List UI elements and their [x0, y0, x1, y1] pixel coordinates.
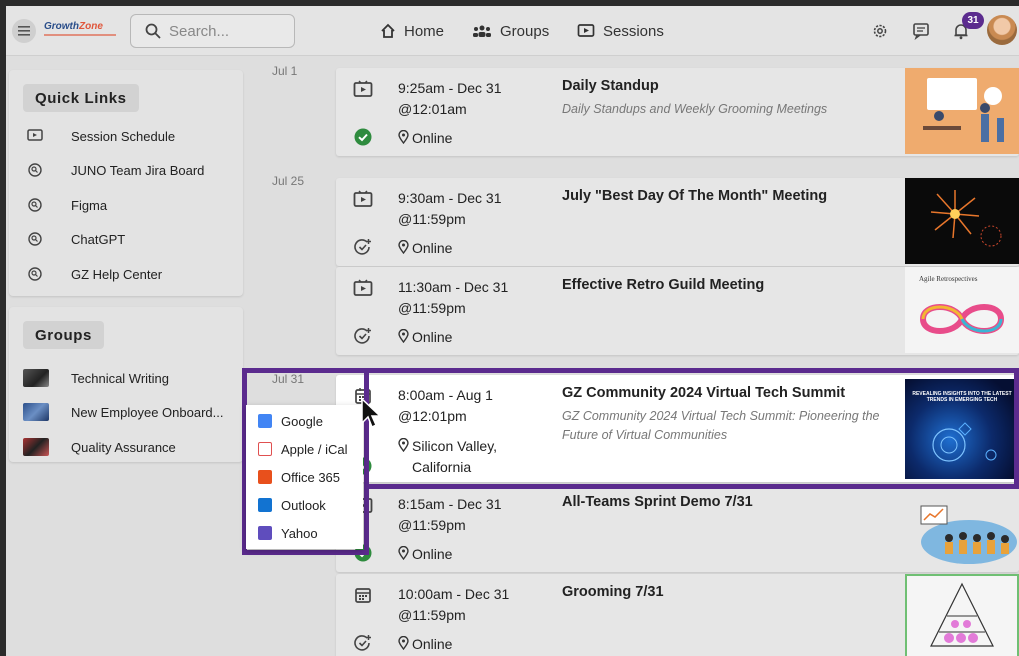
date-label: Jul 25	[272, 174, 305, 188]
add-to-calendar-dropdown: Google Apple / iCal Office 365 Outlook Y…	[246, 405, 363, 549]
calendar-option-google[interactable]: Google	[246, 407, 363, 435]
outlook-icon	[258, 498, 272, 512]
group-item-new-employee-onboarding[interactable]: New Employee Onboard...	[9, 397, 239, 427]
app-window: GrowthZone Home Groups Sessions 31	[6, 6, 1019, 656]
event-description: Daily Standups and Weekly Grooming Meeti…	[562, 102, 828, 116]
session-icon	[352, 277, 374, 299]
groups-icon	[473, 25, 491, 37]
search-input[interactable]	[169, 22, 279, 40]
session-icon	[352, 78, 374, 100]
event-card-highlighted[interactable]: 8:00am - Aug 1 @12:01pm Silicon Valley, …	[336, 375, 1019, 482]
location-pin-icon	[398, 546, 409, 560]
location-pin-icon	[398, 438, 409, 452]
messages-icon[interactable]	[910, 20, 932, 42]
calendar-option-outlook[interactable]: Outlook	[246, 491, 363, 519]
session-icon	[352, 188, 374, 210]
office-365-icon	[258, 470, 272, 484]
event-title[interactable]: GZ Community 2024 Virtual Tech Summit	[562, 385, 845, 401]
event-thumbnail: REVEALING INSIGHTS INTO THE LATEST TREND…	[905, 379, 1019, 479]
notification-count-badge: 31	[962, 12, 984, 29]
group-thumbnail	[23, 369, 49, 387]
event-location: Online	[398, 128, 452, 149]
event-time: 10:00am - Dec 31 @11:59pm	[398, 586, 510, 623]
user-avatar[interactable]	[987, 15, 1017, 45]
event-thumbnail: Agile Retrospectives	[905, 267, 1019, 353]
menu-icon[interactable]	[12, 19, 36, 43]
settings-gear-icon[interactable]	[869, 20, 891, 42]
nav-home[interactable]: Home	[380, 6, 444, 56]
group-thumbnail	[23, 438, 49, 456]
event-card[interactable]: 11:30am - Dec 31 @11:59pm Online Effecti…	[336, 267, 1019, 355]
google-calendar-icon	[258, 414, 272, 428]
location-pin-icon	[398, 329, 409, 343]
event-time: 9:30am - Dec 31 @11:59pm	[398, 190, 502, 227]
event-time: 11:30am - Dec 31 @11:59pm	[398, 279, 509, 316]
location-pin-icon	[398, 240, 409, 254]
event-title[interactable]: All-Teams Sprint Demo 7/31	[562, 494, 753, 510]
register-icon[interactable]	[352, 236, 374, 258]
location-pin-icon	[398, 636, 409, 650]
location-pin-icon	[398, 130, 409, 144]
home-icon	[381, 23, 395, 38]
event-card[interactable]: 9:30am - Dec 31 @11:59pm Online July "Be…	[336, 178, 1019, 266]
event-description: GZ Community 2024 Virtual Tech Summit: P…	[562, 409, 880, 442]
event-time: 8:15am - Dec 31 @11:59pm	[398, 496, 502, 533]
event-thumbnail	[905, 178, 1019, 264]
event-location: Silicon Valley, California	[398, 436, 538, 478]
nav-sessions[interactable]: Sessions	[577, 6, 664, 56]
quick-link-chatgpt[interactable]: ChatGPT	[9, 224, 239, 254]
calendar-option-office-365[interactable]: Office 365	[246, 463, 363, 491]
event-title[interactable]: Effective Retro Guild Meeting	[562, 277, 764, 293]
nav-groups[interactable]: Groups	[472, 6, 549, 56]
event-card[interactable]: 9:25am - Dec 31 @12:01am Online Daily St…	[336, 68, 1019, 156]
external-link-icon	[25, 195, 45, 215]
register-icon[interactable]	[352, 325, 374, 347]
date-label: Jul 1	[272, 64, 298, 78]
event-location: Online	[398, 238, 452, 259]
event-title[interactable]: Grooming 7/31	[562, 584, 664, 600]
calendar-option-apple-ical[interactable]: Apple / iCal	[246, 435, 363, 463]
quick-link-gz-help-center[interactable]: GZ Help Center	[9, 259, 239, 289]
event-time: 9:25am - Dec 31 @12:01am	[398, 80, 502, 117]
event-location: Online	[398, 327, 452, 348]
mouse-cursor-icon	[361, 397, 382, 429]
groups-card: Groups Technical Writing New Employee On…	[9, 307, 243, 462]
event-title[interactable]: July "Best Day Of The Month" Meeting	[562, 188, 827, 204]
quick-link-figma[interactable]: Figma	[9, 190, 239, 220]
search-box[interactable]	[130, 14, 295, 48]
event-card[interactable]: 8:15am - Dec 31 @11:59pm Online All-Team…	[336, 484, 1019, 572]
event-thumbnail	[905, 484, 1019, 570]
external-link-icon	[25, 160, 45, 180]
yahoo-calendar-icon	[258, 526, 272, 540]
event-thumbnail	[905, 68, 1019, 154]
calendar-option-yahoo[interactable]: Yahoo	[246, 519, 363, 547]
event-card[interactable]: 10:00am - Dec 31 @11:59pm Online Groomin…	[336, 574, 1019, 656]
event-thumbnail	[905, 574, 1019, 656]
group-item-technical-writing[interactable]: Technical Writing	[9, 363, 239, 393]
date-label: Jul 31	[272, 372, 305, 386]
check-circle-icon[interactable]	[352, 126, 374, 148]
quick-links-title: Quick Links	[23, 84, 139, 112]
groups-title: Groups	[23, 321, 104, 349]
quick-links-card: Quick Links Session Schedule JUNO Team J…	[9, 70, 243, 296]
external-link-icon	[25, 229, 45, 249]
event-time: 8:00am - Aug 1 @12:01pm	[398, 387, 493, 424]
sessions-icon	[577, 24, 595, 37]
top-header: GrowthZone Home Groups Sessions 31	[6, 6, 1019, 56]
external-link-icon	[25, 264, 45, 284]
event-title[interactable]: Daily Standup	[562, 78, 659, 94]
register-icon[interactable]	[352, 632, 374, 654]
quick-link-session-schedule[interactable]: Session Schedule	[9, 121, 239, 151]
quick-link-jira-board[interactable]: JUNO Team Jira Board	[9, 155, 239, 185]
group-item-quality-assurance[interactable]: Quality Assurance	[9, 432, 239, 462]
growthzone-logo[interactable]: GrowthZone	[44, 21, 122, 41]
apple-calendar-icon	[258, 442, 272, 456]
calendar-icon[interactable]	[352, 584, 374, 606]
session-schedule-icon	[25, 126, 45, 146]
event-location: Online	[398, 634, 452, 655]
search-icon	[145, 23, 161, 39]
group-thumbnail	[23, 403, 49, 421]
event-location: Online	[398, 544, 452, 565]
